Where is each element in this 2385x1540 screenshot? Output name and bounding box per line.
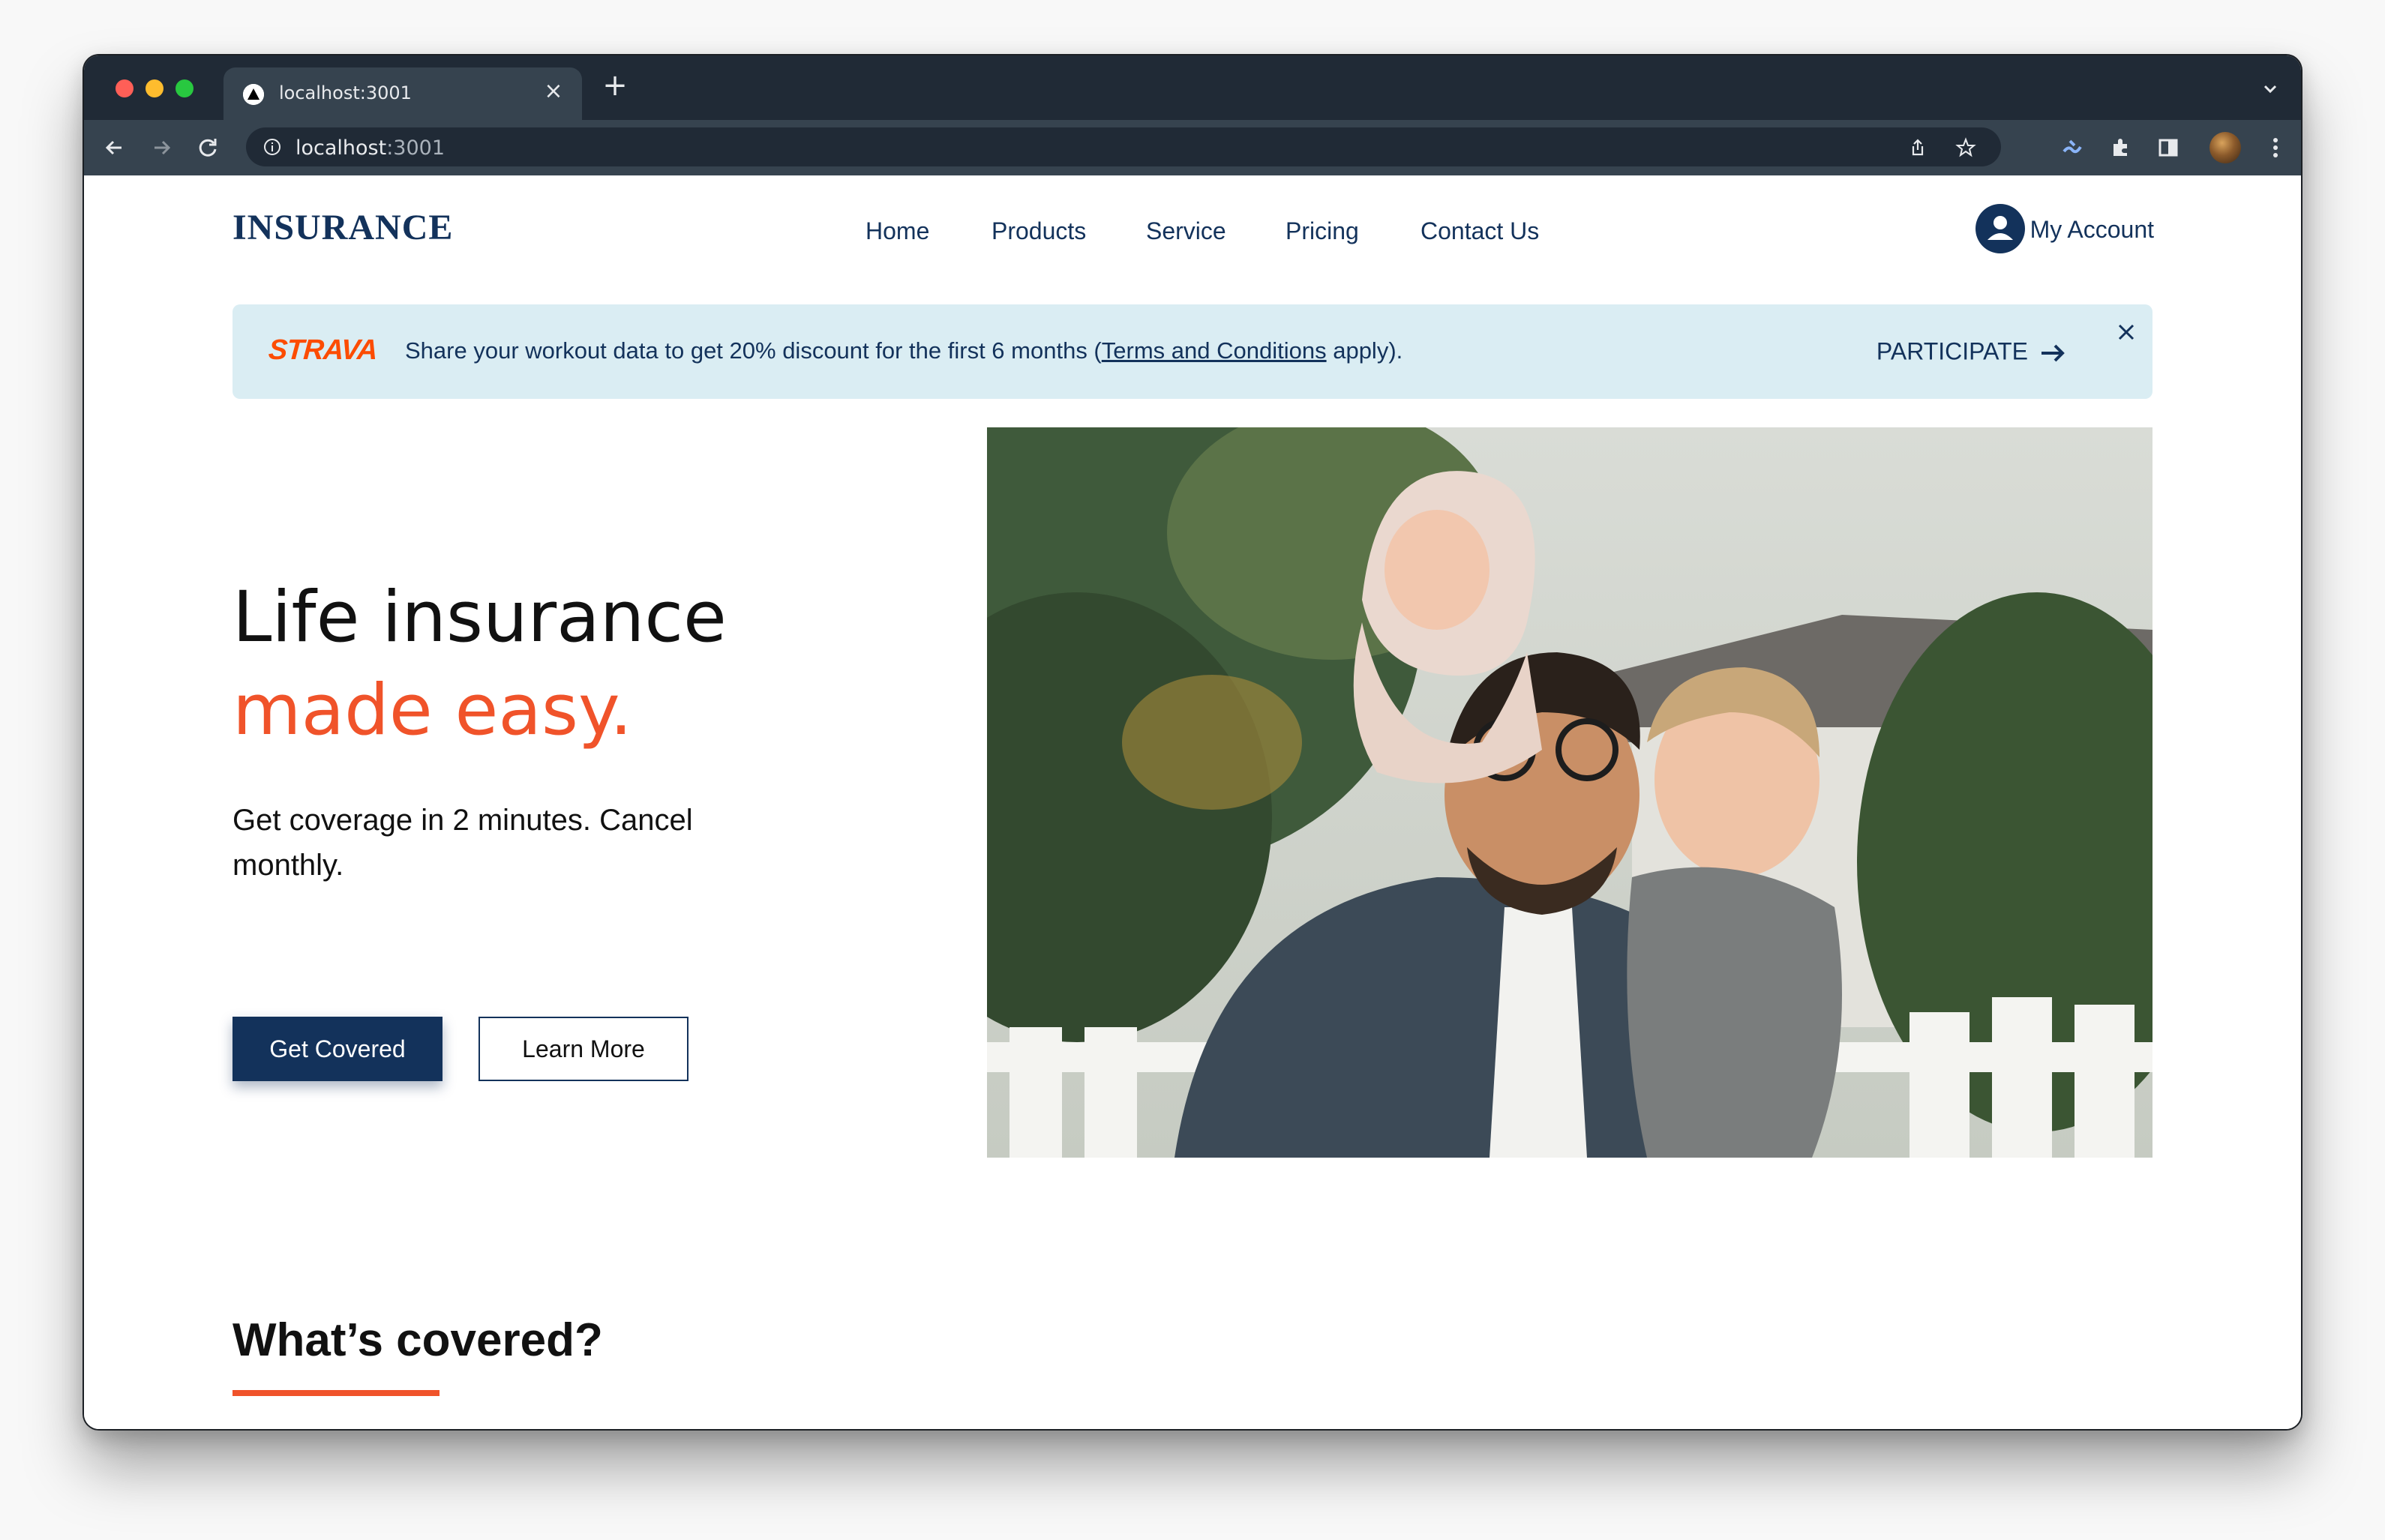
user-icon bbox=[1976, 204, 2025, 253]
nav-item-contact-us[interactable]: Contact Us bbox=[1420, 217, 1539, 245]
learn-more-button[interactable]: Learn More bbox=[478, 1017, 688, 1081]
tab-title: localhost:3001 bbox=[279, 82, 412, 103]
star-icon[interactable] bbox=[1954, 136, 1977, 159]
promo-text: Share your workout data to get 20% disco… bbox=[405, 337, 1403, 364]
terms-link[interactable]: Terms and Conditions bbox=[1102, 337, 1327, 364]
strava-logo: STRAVA bbox=[267, 334, 379, 366]
account-label: My Account bbox=[2030, 216, 2154, 243]
next-logo-icon bbox=[243, 84, 264, 105]
nav-item-products[interactable]: Products bbox=[992, 217, 1086, 245]
more-icon[interactable] bbox=[2268, 133, 2283, 162]
web-page: INSURANCE Home Products Service Pricing … bbox=[84, 175, 2301, 1429]
hero-title: Life insurance made easy. bbox=[232, 571, 727, 757]
nav-item-home[interactable]: Home bbox=[866, 217, 929, 245]
close-window-button[interactable] bbox=[116, 79, 134, 97]
plus-icon[interactable]: + bbox=[600, 70, 630, 100]
chevron-down-icon[interactable] bbox=[2259, 78, 2282, 100]
hero-title-line1: Life insurance bbox=[232, 577, 727, 658]
close-icon[interactable]: × bbox=[542, 79, 566, 103]
back-icon[interactable] bbox=[100, 133, 129, 162]
nav-item-pricing[interactable]: Pricing bbox=[1286, 217, 1359, 245]
nav-item-service[interactable]: Service bbox=[1146, 217, 1226, 245]
info-icon[interactable] bbox=[262, 137, 282, 157]
extension-icon[interactable] bbox=[2060, 135, 2085, 160]
arrow-right-icon bbox=[2042, 344, 2065, 362]
tab-bar: localhost:3001 × + bbox=[84, 55, 2301, 120]
profile-avatar[interactable] bbox=[2210, 132, 2241, 163]
reload-icon[interactable] bbox=[194, 133, 222, 162]
browser-toolbar: localhost:3001 bbox=[84, 120, 2301, 175]
minimize-window-button[interactable] bbox=[146, 79, 164, 97]
hero-title-accent: made easy. bbox=[232, 670, 633, 751]
browser-window: localhost:3001 × + localhost:3001 INSURA… bbox=[84, 55, 2301, 1429]
account-link[interactable]: My Account bbox=[1952, 204, 2154, 256]
browser-tab[interactable]: localhost:3001 × bbox=[224, 67, 582, 120]
forward-icon[interactable] bbox=[147, 133, 176, 162]
section-underline bbox=[232, 1390, 440, 1396]
section-title: What’s covered? bbox=[232, 1314, 603, 1366]
participate-button[interactable]: PARTICIPATE bbox=[1876, 337, 2068, 369]
site-logo[interactable]: INSURANCE bbox=[232, 207, 453, 248]
sidepanel-icon[interactable] bbox=[2156, 135, 2181, 160]
hero-photo bbox=[987, 427, 2152, 1158]
close-icon[interactable] bbox=[2114, 319, 2139, 345]
maximize-window-button[interactable] bbox=[176, 79, 194, 97]
promo-banner: STRAVA Share your workout data to get 20… bbox=[232, 304, 2152, 399]
puzzle-icon[interactable] bbox=[2108, 135, 2133, 160]
get-covered-button[interactable]: Get Covered bbox=[232, 1017, 442, 1081]
url-text: localhost:3001 bbox=[296, 136, 446, 160]
share-icon[interactable] bbox=[1906, 136, 1929, 159]
address-bar[interactable]: localhost:3001 bbox=[246, 127, 2001, 166]
hero-subtitle: Get coverage in 2 minutes. Cancel monthl… bbox=[232, 804, 693, 882]
